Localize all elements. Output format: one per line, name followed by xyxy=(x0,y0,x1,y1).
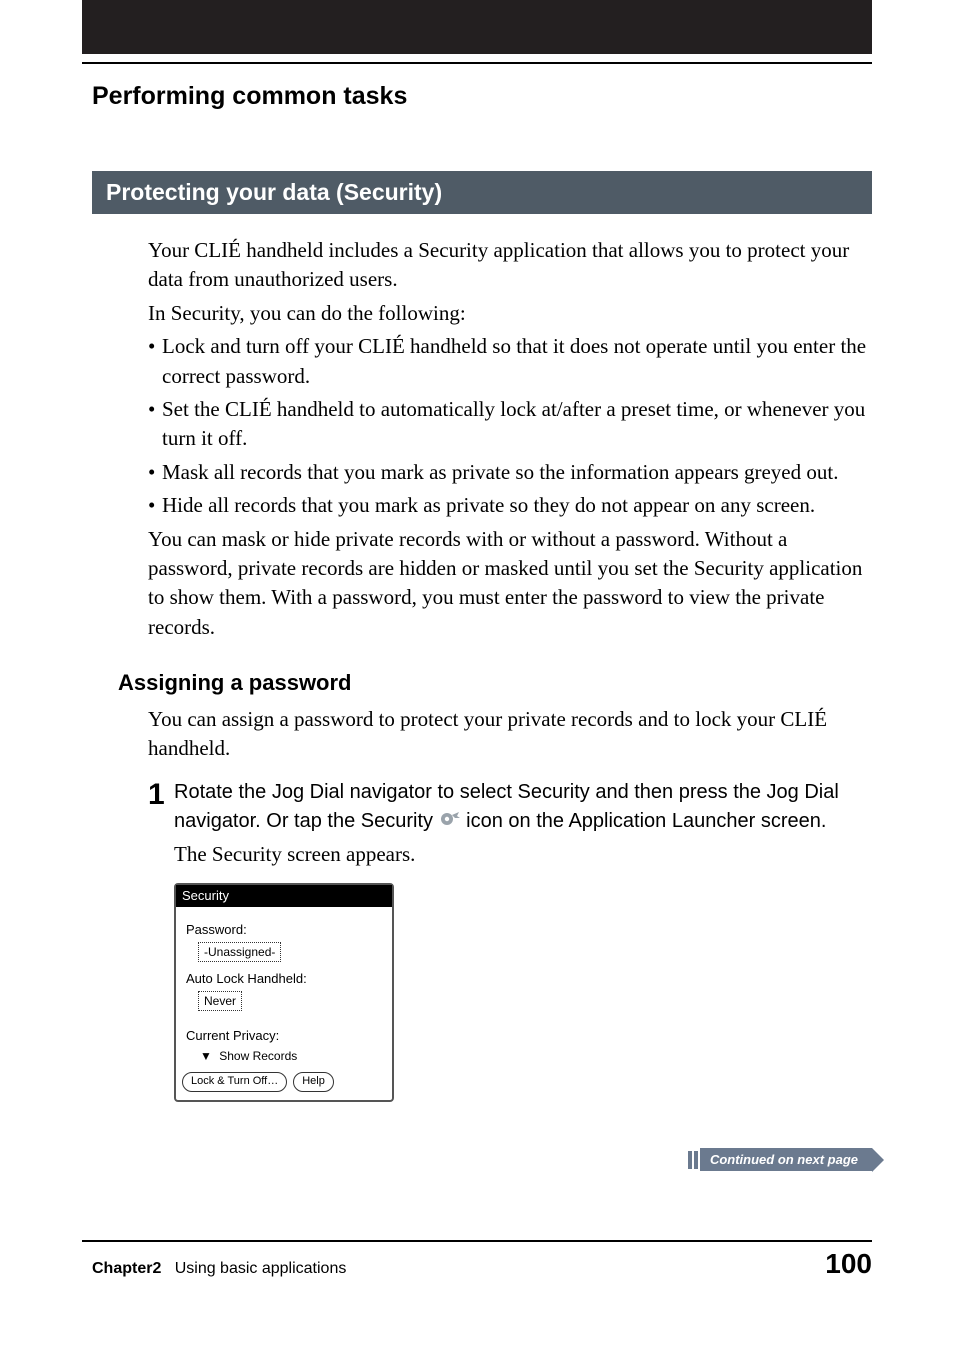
privacy-value: Show Records xyxy=(219,1049,297,1063)
dropdown-arrow-icon: ▼ xyxy=(200,1048,212,1065)
bullet-text: Hide all records that you mark as privat… xyxy=(162,491,872,520)
security-window-title: Security xyxy=(176,885,392,907)
privacy-label: Current Privacy: xyxy=(186,1027,382,1045)
banner-bar-icon xyxy=(688,1151,692,1169)
step-text-after: icon on the Application Launcher screen. xyxy=(466,810,826,832)
bullet-dot-icon: • xyxy=(148,458,162,487)
autolock-label: Auto Lock Handheld: xyxy=(186,970,382,988)
assign-paragraph: You can assign a password to protect you… xyxy=(148,705,872,764)
bullet-item: • Hide all records that you mark as priv… xyxy=(148,491,872,520)
intro-paragraph-1: Your CLIÉ handheld includes a Security a… xyxy=(148,236,872,295)
banner-bar-icon xyxy=(694,1151,698,1169)
bullet-dot-icon: • xyxy=(148,491,162,520)
subheading-assigning-password: Assigning a password xyxy=(118,668,872,699)
password-value-box[interactable]: -Unassigned- xyxy=(198,942,281,963)
bullet-dot-icon: • xyxy=(148,395,162,454)
password-label: Password: xyxy=(186,921,382,939)
privacy-dropdown[interactable]: ▼ Show Records xyxy=(200,1048,382,1065)
intro-paragraph-2: In Security, you can do the following: xyxy=(148,299,872,328)
security-icon xyxy=(439,807,461,836)
continued-text: Continued on next page xyxy=(700,1148,872,1171)
step-instruction: Rotate the Jog Dial navigator to select … xyxy=(174,778,872,836)
footer-rule xyxy=(82,1240,872,1242)
bullet-item: • Mask all records that you mark as priv… xyxy=(148,458,872,487)
bullet-dot-icon: • xyxy=(148,332,162,391)
bullet-text: Lock and turn off your CLIÉ handheld so … xyxy=(162,332,872,391)
autolock-value-box[interactable]: Never xyxy=(198,991,242,1012)
bullet-text: Set the CLIÉ handheld to automatically l… xyxy=(162,395,872,454)
section-title-bar: Protecting your data (Security) xyxy=(92,171,872,214)
bullet-text: Mask all records that you mark as privat… xyxy=(162,458,872,487)
footer-chapter: Chapter2 xyxy=(92,1260,161,1277)
page-number: 100 xyxy=(825,1248,872,1280)
help-button[interactable]: Help xyxy=(293,1072,334,1091)
breadcrumb: Performing common tasks xyxy=(92,82,954,111)
header-rule xyxy=(82,62,872,64)
footer-chapter-title: Using basic applications xyxy=(175,1260,347,1277)
after-bullets-paragraph: You can mask or hide private records wit… xyxy=(148,525,872,643)
security-screenshot: Security Password: -Unassigned- Auto Loc… xyxy=(174,883,394,1102)
bullet-item: • Set the CLIÉ handheld to automatically… xyxy=(148,395,872,454)
lock-turn-off-button[interactable]: Lock & Turn Off… xyxy=(182,1072,287,1091)
continued-banner: Continued on next page xyxy=(688,1148,872,1171)
step-number: 1 xyxy=(148,780,174,810)
step-1: 1 Rotate the Jog Dial navigator to selec… xyxy=(148,778,872,836)
step-follow-text: The Security screen appears. xyxy=(174,840,872,869)
bullet-item: • Lock and turn off your CLIÉ handheld s… xyxy=(148,332,872,391)
footer-left: Chapter2 Using basic applications xyxy=(92,1260,346,1278)
header-black-bar xyxy=(82,0,872,54)
